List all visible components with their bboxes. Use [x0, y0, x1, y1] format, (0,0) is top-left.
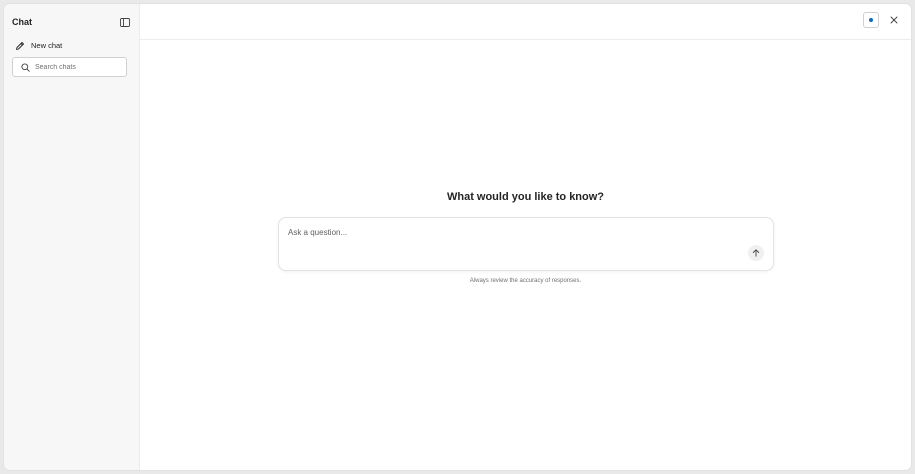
top-bar — [140, 4, 911, 40]
pencil-icon — [12, 40, 28, 52]
arrow-up-icon — [752, 249, 760, 257]
search-icon — [20, 62, 30, 72]
send-button[interactable] — [748, 245, 764, 261]
sidebar-title: Chat — [12, 17, 32, 27]
new-chat-button[interactable]: New chat — [12, 38, 131, 54]
question-composer — [278, 217, 774, 271]
chat-window: Chat New chat Search chats What would yo… — [4, 4, 911, 470]
search-chats-input[interactable] — [35, 63, 125, 71]
sidebar: Chat New chat — [4, 4, 140, 470]
close-button[interactable] — [888, 14, 900, 26]
collapse-sidebar-button[interactable] — [119, 16, 131, 28]
question-input[interactable] — [288, 228, 728, 244]
sidebar-collapse-icon — [120, 17, 130, 27]
new-chat-label: New chat — [31, 41, 63, 50]
search-chats-box[interactable] — [12, 57, 127, 77]
page-headline: What would you like to know? — [446, 191, 605, 203]
disclaimer-text: Always review the accuracy of responses. — [469, 278, 582, 284]
status-button[interactable] — [863, 12, 879, 28]
sidebar-header: Chat — [12, 16, 131, 30]
close-icon — [890, 16, 898, 24]
status-dot-icon — [869, 18, 873, 22]
main-panel: What would you like to know? Always revi… — [140, 4, 911, 470]
